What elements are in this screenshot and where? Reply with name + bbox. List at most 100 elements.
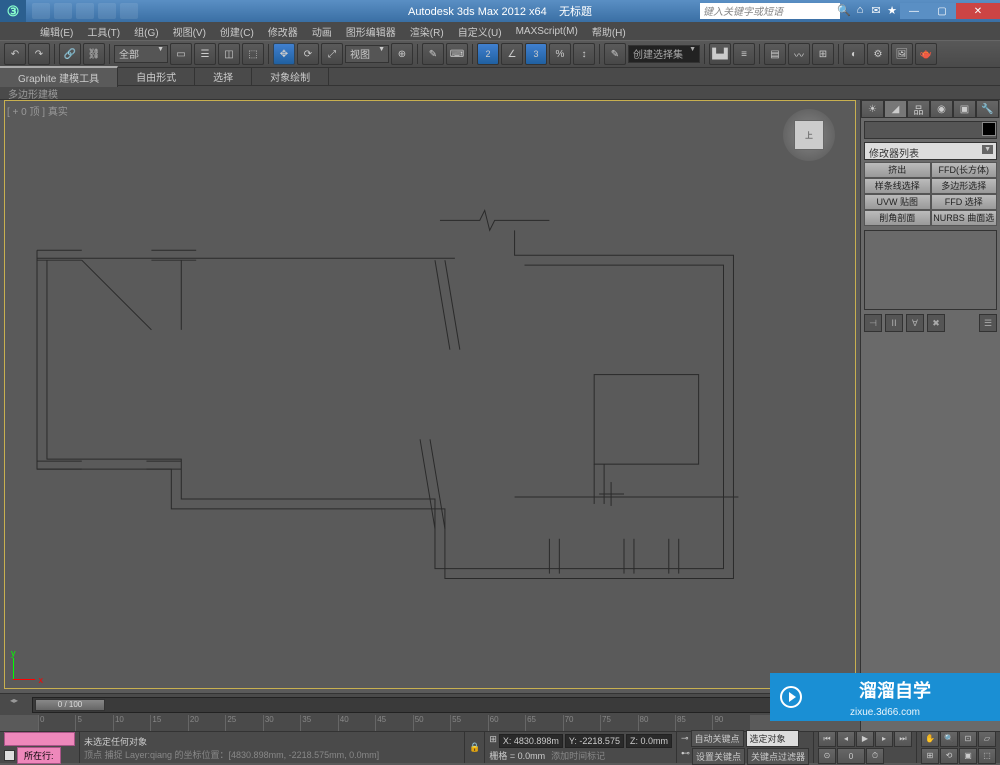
make-unique-icon[interactable]: ∀ [906,314,924,332]
mod-poly-select-button[interactable]: 多边形选择 [931,178,998,194]
exchange-icon[interactable]: ✉ [869,4,883,18]
schematic-icon[interactable]: ⊞ [812,43,834,65]
tab-display-icon[interactable]: ▣ [953,100,976,118]
redo-icon[interactable]: ↷ [28,43,50,65]
key-mode-icon[interactable]: ⊸ [681,733,689,744]
render-setup-icon[interactable]: ⚙ [867,43,889,65]
menu-views[interactable]: 视图(V) [173,24,206,39]
autokey-button[interactable]: 自动关键点 [691,730,744,747]
menu-rendering[interactable]: 渲染(R) [410,24,444,39]
setkey-button[interactable]: 设置关键点 [692,748,745,765]
window-crossing-icon[interactable]: ⬚ [242,43,264,65]
qat-open-icon[interactable] [54,3,72,19]
qat-save-icon[interactable] [76,3,94,19]
selection-filter-dropdown[interactable]: 全部 [114,45,168,63]
select-object-icon[interactable]: ▭ [170,43,192,65]
ribbon-tab-objectpaint[interactable]: 对象绘制 [252,67,329,86]
mod-bevel-profile-button[interactable]: 削角剖面 [864,210,931,226]
menu-tools[interactable]: 工具(T) [87,24,120,39]
select-manipulate-icon[interactable]: ✎ [422,43,444,65]
search-icon[interactable]: 🔍 [837,4,851,18]
use-pivot-icon[interactable]: ⊕ [391,43,413,65]
select-by-name-icon[interactable]: ☰ [194,43,216,65]
select-region-icon[interactable]: ◫ [218,43,240,65]
qat-redo-icon[interactable] [120,3,138,19]
time-tag-button[interactable]: 添加时间标记 [551,749,605,762]
object-color-swatch[interactable] [982,122,996,136]
pin-stack-icon[interactable]: ⊣ [864,314,882,332]
goto-start-icon[interactable]: ⏮ [818,731,836,747]
keyfilters-button[interactable]: 关键点过滤器 [747,748,809,765]
close-button[interactable]: ✕ [956,3,1000,19]
time-slider-handle[interactable]: 0 / 100 [35,699,105,711]
menu-customize[interactable]: 自定义(U) [458,24,502,39]
select-scale-icon[interactable]: ⤢ [321,43,343,65]
ribbon-tab-selection[interactable]: 选择 [195,67,252,86]
menu-edit[interactable]: 编辑(E) [40,24,73,39]
ref-coord-dropdown[interactable]: 视图 [345,45,389,63]
tab-hierarchy-icon[interactable]: 品 [907,100,930,118]
help-search-input[interactable]: 键入关键字或短语 [700,3,840,19]
menu-maxscript[interactable]: MAXScript(M) [516,26,578,37]
unlink-icon[interactable]: ⛓ [83,43,105,65]
snap-2d-icon[interactable]: 2 [477,43,499,65]
select-move-icon[interactable]: ✥ [273,43,295,65]
time-slider[interactable]: 0 / 100 [32,697,856,713]
zoom-all-icon[interactable]: ⊞ [921,748,939,764]
key-mode-toggle-icon[interactable]: ⊙ [818,748,836,764]
mod-nurbs-select-button[interactable]: NURBS 曲面选择 [931,210,998,226]
configure-sets-icon[interactable]: ☰ [979,314,997,332]
modifier-stack[interactable] [864,230,997,310]
render-icon[interactable]: 🫖 [915,43,937,65]
menu-create[interactable]: 创建(C) [220,24,254,39]
zoom-region-icon[interactable]: ⬚ [978,748,996,764]
subscription-icon[interactable]: ⌂ [853,4,867,18]
material-editor-icon[interactable]: ◐ [843,43,865,65]
maxscript-listener-button[interactable] [4,732,75,746]
edit-selection-icon[interactable]: ✎ [604,43,626,65]
lock-selection-icon[interactable]: 🔒 [469,742,480,753]
time-config-icon[interactable]: ⏱ [866,748,884,764]
qat-new-icon[interactable] [32,3,50,19]
menu-group[interactable]: 组(G) [134,24,158,39]
mod-ffd-box-button[interactable]: FFD(长方体) [931,162,998,178]
mod-ffd-select-button[interactable]: FFD 选择 [931,194,998,210]
show-end-result-icon[interactable]: ⅠⅠ [885,314,903,332]
select-rotate-icon[interactable]: ⟳ [297,43,319,65]
ribbon-tab-graphite[interactable]: Graphite 建模工具 [0,66,118,87]
tab-utilities-icon[interactable]: 🔧 [976,100,999,118]
layer-dropdown[interactable]: 所在行: [17,747,61,764]
current-frame-field[interactable]: 0 [837,748,865,764]
orbit-icon[interactable]: ⟲ [940,748,958,764]
link-icon[interactable]: 🔗 [59,43,81,65]
undo-icon[interactable]: ↶ [4,43,26,65]
mirror-icon[interactable]: ▙▟ [709,43,731,65]
z-coord-field[interactable]: Z: 0.0mm [626,734,672,748]
abs-rel-icon[interactable]: ⊞ [489,734,497,748]
app-logo[interactable]: ③ [0,0,26,22]
render-frame-icon[interactable]: 🖼 [891,43,913,65]
qat-undo-icon[interactable] [98,3,116,19]
snap-3d-icon[interactable]: 3 [525,43,547,65]
align-icon[interactable]: ≡ [733,43,755,65]
max-viewport-icon[interactable]: ▣ [959,748,977,764]
modifier-list-dropdown[interactable]: 修改器列表 [864,142,997,160]
fov-icon[interactable]: ▱ [978,731,996,747]
x-coord-field[interactable]: X: 4830.898m [499,734,563,748]
object-name-field[interactable] [864,121,997,139]
mod-spline-select-button[interactable]: 样条线选择 [864,178,931,194]
set-key-icon[interactable]: ⊷ [681,748,690,765]
next-frame-icon[interactable]: ▸ [875,731,893,747]
keyboard-shortcut-icon[interactable]: ⌨ [446,43,468,65]
zoom-extents-icon[interactable]: ⊡ [959,731,977,747]
percent-snap-icon[interactable]: % [549,43,571,65]
layers-icon[interactable]: ▤ [764,43,786,65]
play-icon[interactable]: ▶ [856,731,874,747]
mod-extrude-button[interactable]: 挤出 [864,162,931,178]
time-ruler[interactable]: 0 5 10 15 20 25 30 35 40 45 50 55 60 65 … [38,715,750,731]
curve-editor-icon[interactable]: 〰 [788,43,810,65]
angle-snap-icon[interactable]: ∠ [501,43,523,65]
menu-animation[interactable]: 动画 [312,24,332,39]
prev-frame-icon[interactable]: ◂ [837,731,855,747]
mod-uvw-map-button[interactable]: UVW 贴图 [864,194,931,210]
